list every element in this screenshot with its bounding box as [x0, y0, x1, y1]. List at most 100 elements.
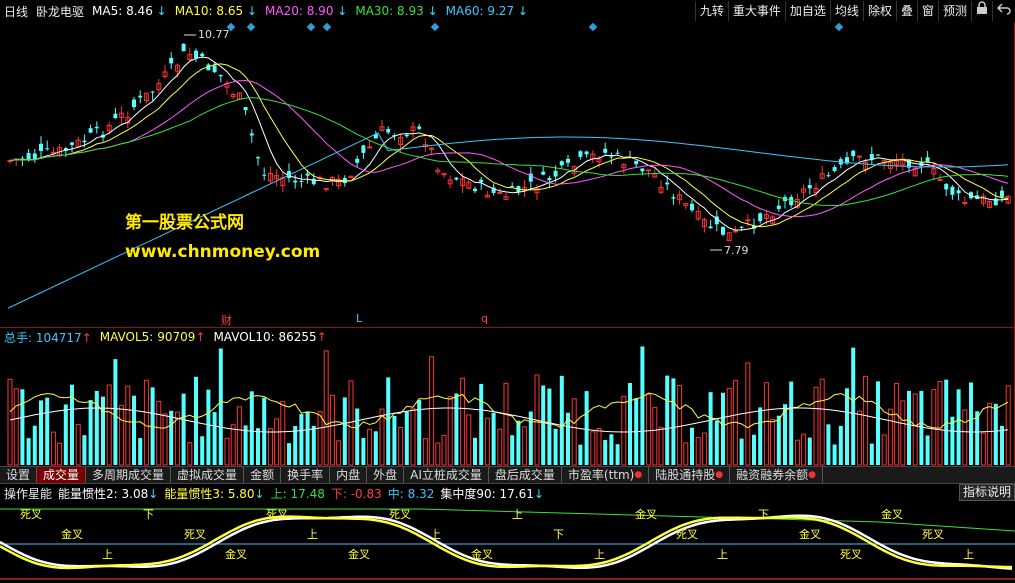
- volume-bar: [541, 385, 546, 465]
- toolbar-button[interactable]: 均线: [829, 1, 863, 21]
- volume-bar: [143, 379, 149, 466]
- volume-panel[interactable]: 总手: 104717↑ MAVOL5: 90709↑ MAVOL10: 86255↑: [0, 328, 1015, 466]
- volume-bar: [752, 434, 756, 465]
- signal-diamond: [306, 22, 316, 32]
- tab-item[interactable]: 内盘: [330, 467, 368, 483]
- candle-body: [510, 185, 515, 187]
- candle-body: [634, 160, 639, 165]
- candle-body: [609, 156, 614, 158]
- indicator-tabs: 设置 成交量 多周期成交量 虚拟成交量 金额 换手率 内盘 外盘 AI立桩成交量 盘后成交量 市盈率…: [0, 466, 1015, 484]
- volume-bar: [758, 407, 763, 465]
- signal-label: 死叉: [20, 508, 42, 521]
- tab-item[interactable]: 金额: [244, 467, 282, 483]
- toolbar-button[interactable]: 叠: [895, 1, 917, 21]
- tab-item[interactable]: 虚拟成交量: [171, 467, 245, 483]
- candle-body: [566, 158, 570, 163]
- indicator-panel[interactable]: 操作星能 能量惯性2: 3.08↓ 能量惯性3: 5.80↓ 上: 17.48 下: …: [0, 484, 1015, 583]
- volume-bar: [113, 359, 118, 465]
- volume-bar: [435, 442, 441, 466]
- volume-bar: [329, 394, 335, 466]
- volume-chart-canvas[interactable]: [0, 328, 1015, 466]
- candle-body: [646, 169, 652, 172]
- tab-item[interactable]: 外盘: [367, 467, 405, 483]
- candle-body: [721, 226, 725, 235]
- volume-bar: [367, 428, 373, 466]
- price-chart-canvas[interactable]: [0, 22, 1015, 328]
- ma-line: [9, 80, 1009, 218]
- signal-label: 死叉: [840, 548, 862, 561]
- volume-bar: [293, 425, 298, 465]
- tab-item[interactable]: 陆股通持股●: [649, 467, 731, 483]
- candle-body: [355, 158, 360, 163]
- volume-bar: [280, 401, 286, 466]
- price-chart-panel[interactable]: 第一股票公式网 www.chnmoney.com 10.77 7.79 财 L …: [0, 22, 1015, 328]
- volume-bar: [658, 426, 664, 466]
- tab-item[interactable]: 设置: [0, 467, 38, 483]
- candle-body: [454, 177, 459, 180]
- signal-label: 金叉: [799, 527, 821, 541]
- volume-bar: [348, 380, 354, 466]
- volume-bar: [609, 434, 614, 465]
- volume-bar: [925, 435, 930, 465]
- watermark-url: www.chnmoney.com: [125, 242, 321, 262]
- tab-item[interactable]: 市盈率(ttm)●: [562, 467, 650, 483]
- volume-bar: [640, 346, 645, 465]
- ma-line: [9, 97, 1009, 207]
- tab-item[interactable]: AI立桩成交量: [404, 467, 489, 483]
- toolbar-button[interactable]: 九转: [694, 1, 728, 21]
- signal-diamond: [834, 22, 844, 32]
- high-price-label: 10.77: [198, 28, 230, 41]
- volume-bar: [1000, 425, 1004, 465]
- candle-body: [708, 226, 713, 229]
- candle-body: [671, 197, 676, 199]
- toolbar-button[interactable]: 重大事件: [727, 1, 785, 21]
- signal-label: 金叉: [881, 507, 903, 521]
- toolbar-button[interactable]: 窗: [916, 1, 938, 21]
- volume-bar: [776, 415, 781, 465]
- toolbar-button[interactable]: 预测: [937, 1, 971, 21]
- signal-label: 金叉: [225, 547, 247, 561]
- candle-body: [1000, 190, 1004, 197]
- volume-bar: [603, 440, 608, 465]
- volume-bar: [101, 396, 105, 465]
- lock-icon[interactable]: [971, 1, 992, 21]
- event-marker-l[interactable]: L: [356, 312, 362, 325]
- stock-name: 卧龙电驱: [36, 4, 85, 19]
- toolbar-button[interactable]: 除权: [862, 1, 896, 21]
- signal-label: 死叉: [266, 508, 288, 521]
- tab-item[interactable]: 盘后成交量: [489, 467, 562, 483]
- volume-bar: [119, 404, 125, 466]
- volume-bar: [361, 437, 366, 465]
- candle-body: [311, 178, 316, 185]
- tab-item[interactable]: 多周期成交量: [86, 467, 172, 483]
- volume-bar: [503, 382, 509, 466]
- indicator-chart-canvas[interactable]: 死叉金叉上下死叉金叉死叉上金叉死叉上金叉上下上金叉死叉上下金叉死叉金叉死叉上: [0, 484, 1015, 583]
- volume-bar: [355, 408, 360, 465]
- candle-body: [26, 152, 31, 160]
- event-marker-cai[interactable]: 财: [221, 312, 232, 328]
- volume-bar: [106, 384, 112, 466]
- signal-label: 死叉: [922, 528, 944, 541]
- signal-label: 死叉: [676, 528, 698, 541]
- period-label[interactable]: 日线: [4, 3, 28, 20]
- tab-item[interactable]: 融资融券余额●: [730, 467, 823, 483]
- signal-label: 上: [102, 548, 113, 561]
- signal-label: 上: [594, 548, 605, 561]
- volume-bar: [665, 375, 670, 465]
- candle-body: [876, 154, 880, 156]
- candle-body: [243, 107, 248, 111]
- candle-body: [218, 74, 223, 77]
- volume-bar: [473, 437, 477, 465]
- tab-item[interactable]: 成交量: [37, 467, 87, 483]
- candle-body: [603, 148, 608, 153]
- event-marker-q[interactable]: q: [481, 312, 488, 325]
- toolbar-button[interactable]: 加自选: [784, 1, 830, 21]
- candle-body: [200, 53, 205, 57]
- candle-body: [956, 190, 961, 194]
- volume-bar: [516, 420, 521, 465]
- volume-bar: [132, 395, 136, 465]
- watermark-title: 第一股票公式网: [125, 213, 244, 233]
- tab-item[interactable]: 换手率: [281, 467, 331, 483]
- volume-bar: [881, 434, 887, 466]
- back-icon[interactable]: [992, 1, 1015, 21]
